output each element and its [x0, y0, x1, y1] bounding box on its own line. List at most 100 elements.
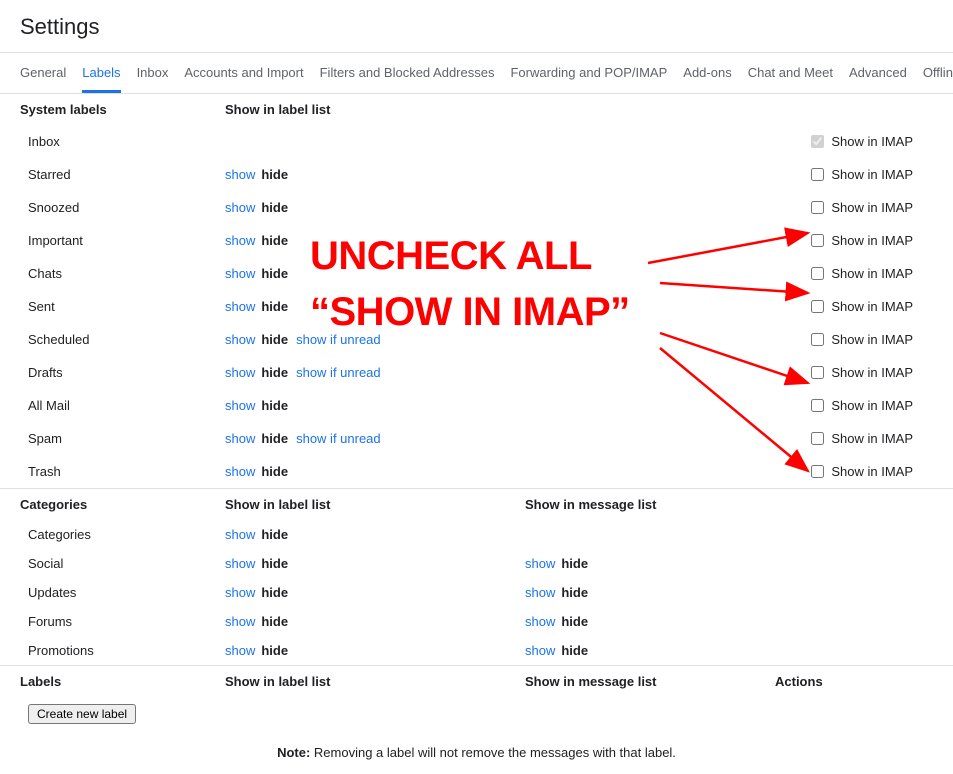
- show-link[interactable]: show: [525, 585, 555, 600]
- hide-link[interactable]: hide: [561, 585, 588, 600]
- hide-link[interactable]: hide: [561, 643, 588, 658]
- categories-header: Categories Show in label list Show in me…: [0, 488, 953, 520]
- hide-link[interactable]: hide: [261, 556, 288, 571]
- category-name: Categories: [28, 527, 225, 542]
- imap-cell: Show in IMAP: [807, 132, 953, 151]
- imap-cell: Show in IMAP: [807, 264, 953, 283]
- show-link[interactable]: show: [225, 643, 255, 658]
- hide-link[interactable]: hide: [261, 431, 288, 446]
- label-list-cell: show hide: [225, 200, 525, 215]
- label-name: Starred: [28, 167, 225, 182]
- show-link[interactable]: show: [225, 299, 255, 314]
- hide-link[interactable]: hide: [261, 200, 288, 215]
- show-in-imap-checkbox[interactable]: [811, 366, 824, 379]
- show-link[interactable]: show: [225, 233, 255, 248]
- label-list-cell: show hide: [225, 464, 525, 479]
- system-label-row: StarredshowhideShow in IMAP: [0, 158, 953, 191]
- tab-inbox[interactable]: Inbox: [137, 53, 169, 93]
- tab-labels[interactable]: Labels: [82, 53, 120, 93]
- label-name: Snoozed: [28, 200, 225, 215]
- show-if-unread-link[interactable]: show if unread: [296, 332, 381, 347]
- show-if-unread-link[interactable]: show if unread: [296, 365, 381, 380]
- show-link[interactable]: show: [225, 431, 255, 446]
- show-link[interactable]: show: [225, 365, 255, 380]
- show-in-imap-checkbox[interactable]: [811, 432, 824, 445]
- tab-filters-and-blocked-addresses[interactable]: Filters and Blocked Addresses: [320, 53, 495, 93]
- label-list-cell: show hide: [225, 643, 525, 658]
- show-in-imap-checkbox[interactable]: [811, 465, 824, 478]
- show-in-imap-checkbox[interactable]: [811, 234, 824, 247]
- show-in-imap-label: Show in IMAP: [831, 266, 913, 281]
- label-list-cell: show hide: [225, 266, 525, 281]
- hide-link[interactable]: hide: [261, 643, 288, 658]
- show-in-imap-checkbox[interactable]: [811, 333, 824, 346]
- hide-link[interactable]: hide: [261, 365, 288, 380]
- imap-cell: Show in IMAP: [807, 198, 953, 217]
- show-in-imap-label: Show in IMAP: [831, 332, 913, 347]
- show-in-imap-label: Show in IMAP: [831, 299, 913, 314]
- show-link[interactable]: show: [225, 266, 255, 281]
- system-label-row: ImportantshowhideShow in IMAP: [0, 224, 953, 257]
- hide-link[interactable]: hide: [261, 527, 288, 542]
- category-name: Forums: [28, 614, 225, 629]
- tab-advanced[interactable]: Advanced: [849, 53, 907, 93]
- hide-link[interactable]: hide: [561, 556, 588, 571]
- show-link[interactable]: show: [525, 643, 555, 658]
- header-show-in-label-list-2: Show in label list: [225, 497, 525, 512]
- category-row: Promotionsshowhideshowhide: [0, 636, 953, 665]
- label-name: Drafts: [28, 365, 225, 380]
- header-labels: Labels: [20, 674, 225, 689]
- show-in-imap-checkbox[interactable]: [811, 201, 824, 214]
- hide-link[interactable]: hide: [261, 233, 288, 248]
- system-labels-header: System labels Show in label list: [0, 93, 953, 125]
- show-in-imap-checkbox[interactable]: [811, 168, 824, 181]
- show-in-imap-checkbox[interactable]: [811, 267, 824, 280]
- hide-link[interactable]: hide: [261, 398, 288, 413]
- label-list-cell: show hide show if unread: [225, 431, 525, 446]
- show-link[interactable]: show: [225, 332, 255, 347]
- message-list-cell: show hide: [525, 614, 775, 629]
- hide-link[interactable]: hide: [261, 167, 288, 182]
- tab-add-ons[interactable]: Add-ons: [683, 53, 731, 93]
- hide-link[interactable]: hide: [261, 614, 288, 629]
- show-link[interactable]: show: [225, 556, 255, 571]
- tab-general[interactable]: General: [20, 53, 66, 93]
- header-show-in-message-list: Show in message list: [525, 497, 775, 512]
- hide-link[interactable]: hide: [261, 299, 288, 314]
- hide-link[interactable]: hide: [261, 332, 288, 347]
- show-link[interactable]: show: [225, 585, 255, 600]
- hide-link[interactable]: hide: [261, 585, 288, 600]
- tab-offline[interactable]: Offline: [923, 53, 953, 93]
- show-link[interactable]: show: [525, 556, 555, 571]
- tab-chat-and-meet[interactable]: Chat and Meet: [748, 53, 833, 93]
- show-link[interactable]: show: [225, 200, 255, 215]
- note-bold: Note:: [277, 745, 310, 760]
- label-list-cell: show hide show if unread: [225, 332, 525, 347]
- system-label-row: Spamshowhideshow if unreadShow in IMAP: [0, 422, 953, 455]
- create-label-row: Create new label: [0, 697, 953, 731]
- label-list-cell: show hide: [225, 167, 525, 182]
- show-if-unread-link[interactable]: show if unread: [296, 431, 381, 446]
- show-in-imap-checkbox[interactable]: [811, 399, 824, 412]
- system-label-row: Snoozedshow hide Show in IMAP: [0, 191, 953, 224]
- show-in-imap-label: Show in IMAP: [831, 431, 913, 446]
- hide-link[interactable]: hide: [261, 464, 288, 479]
- hide-link[interactable]: hide: [261, 266, 288, 281]
- tab-accounts-and-import[interactable]: Accounts and Import: [184, 53, 303, 93]
- label-list-cell: show hide: [225, 527, 525, 542]
- system-label-row: ChatsshowhideShow in IMAP: [0, 257, 953, 290]
- show-link[interactable]: show: [225, 614, 255, 629]
- category-name: Social: [28, 556, 225, 571]
- hide-link[interactable]: hide: [561, 614, 588, 629]
- show-link[interactable]: show: [525, 614, 555, 629]
- show-link[interactable]: show: [225, 167, 255, 182]
- show-link[interactable]: show: [225, 464, 255, 479]
- system-label-row: Scheduledshowhideshow if unreadShow in I…: [0, 323, 953, 356]
- show-link[interactable]: show: [225, 398, 255, 413]
- system-label-row: All MailshowhideShow in IMAP: [0, 389, 953, 422]
- show-link[interactable]: show: [225, 527, 255, 542]
- show-in-imap-checkbox[interactable]: [811, 300, 824, 313]
- tab-forwarding-and-pop-imap[interactable]: Forwarding and POP/IMAP: [510, 53, 667, 93]
- create-new-label-button[interactable]: Create new label: [28, 704, 136, 724]
- imap-cell: Show in IMAP: [807, 231, 953, 250]
